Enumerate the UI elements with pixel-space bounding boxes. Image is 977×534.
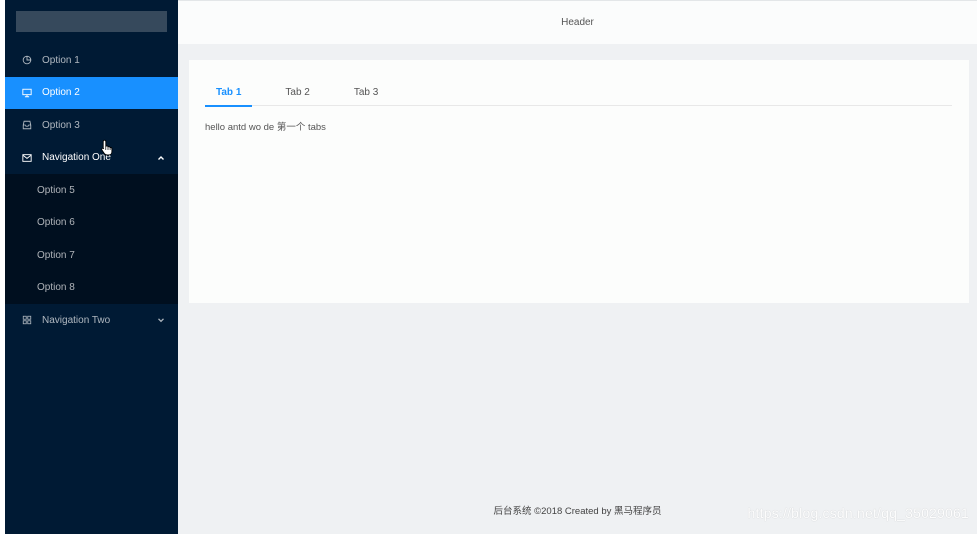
sidebar-item-label: Option 8 bbox=[37, 282, 75, 294]
appstore-icon bbox=[21, 314, 33, 326]
sidebar-item-option-6[interactable]: Option 6 bbox=[5, 207, 178, 240]
chevron-down-icon bbox=[157, 316, 165, 324]
footer-text: 后台系统 ©2018 Created by 黑马程序员 bbox=[493, 506, 662, 517]
chevron-up-icon bbox=[157, 154, 165, 162]
logo bbox=[16, 11, 167, 32]
sidebar-submenu-navigation-two[interactable]: Navigation Two bbox=[5, 304, 178, 337]
tab-label: Tab 1 bbox=[216, 86, 242, 98]
app-window: Option 1 Option 2 Option 3 Navigation On… bbox=[0, 0, 977, 534]
inbox-icon bbox=[21, 119, 33, 131]
tab-3[interactable]: Tab 3 bbox=[343, 78, 389, 106]
tabs-bar: Tab 1 Tab 2 Tab 3 bbox=[205, 78, 952, 107]
sidebar-item-option-7[interactable]: Option 7 bbox=[5, 239, 178, 272]
sidebar-submenu-navigation-one[interactable]: Navigation One bbox=[5, 139, 178, 175]
sidebar-item-label: Option 7 bbox=[37, 249, 75, 261]
sidebar-submenu-label: Navigation Two bbox=[42, 314, 111, 326]
tab-label: Tab 2 bbox=[285, 86, 310, 98]
sidebar-item-option-1[interactable]: Option 1 bbox=[5, 44, 178, 77]
sidebar-item-option-5[interactable]: Option 5 bbox=[5, 174, 178, 207]
sidebar-item-label: Option 3 bbox=[42, 119, 80, 131]
pie-chart-icon bbox=[21, 54, 33, 66]
content-card: Tab 1 Tab 2 Tab 3 hello antd wo de 第一个 t… bbox=[189, 60, 969, 303]
sidebar: Option 1 Option 2 Option 3 Navigation On… bbox=[5, 0, 178, 534]
sidebar-item-label: Option 1 bbox=[42, 54, 80, 66]
mail-icon bbox=[21, 152, 33, 164]
watermark: https://blog.csdn.net/qq_35029061 bbox=[747, 505, 969, 521]
sidebar-item-option-2[interactable]: Option 2 bbox=[5, 76, 178, 109]
tab-1[interactable]: Tab 1 bbox=[205, 78, 253, 107]
header-title: Header bbox=[561, 17, 594, 28]
navigation-one-submenu: Option 5 Option 6 Option 7 Option 8 bbox=[5, 174, 178, 304]
sidebar-item-option-3[interactable]: Option 3 bbox=[5, 109, 178, 142]
page-header: Header bbox=[178, 0, 977, 44]
tab-2[interactable]: Tab 2 bbox=[274, 78, 320, 106]
hand-pointer-cursor bbox=[101, 139, 113, 156]
tab-label: Tab 3 bbox=[353, 86, 379, 98]
desktop-icon bbox=[21, 87, 33, 99]
sidebar-item-label: Option 5 bbox=[37, 184, 75, 196]
sidebar-item-label: Option 2 bbox=[42, 87, 80, 99]
sidebar-menu: Option 1 Option 2 Option 3 Navigation On… bbox=[5, 44, 178, 337]
main-layout: Header Tab 1 Tab 2 Tab 3 hello antd wo d… bbox=[178, 0, 977, 534]
sidebar-item-option-8[interactable]: Option 8 bbox=[5, 272, 178, 305]
sidebar-item-label: Option 6 bbox=[37, 217, 75, 229]
tab-pane-content: hello antd wo de 第一个 tabs bbox=[205, 122, 326, 133]
